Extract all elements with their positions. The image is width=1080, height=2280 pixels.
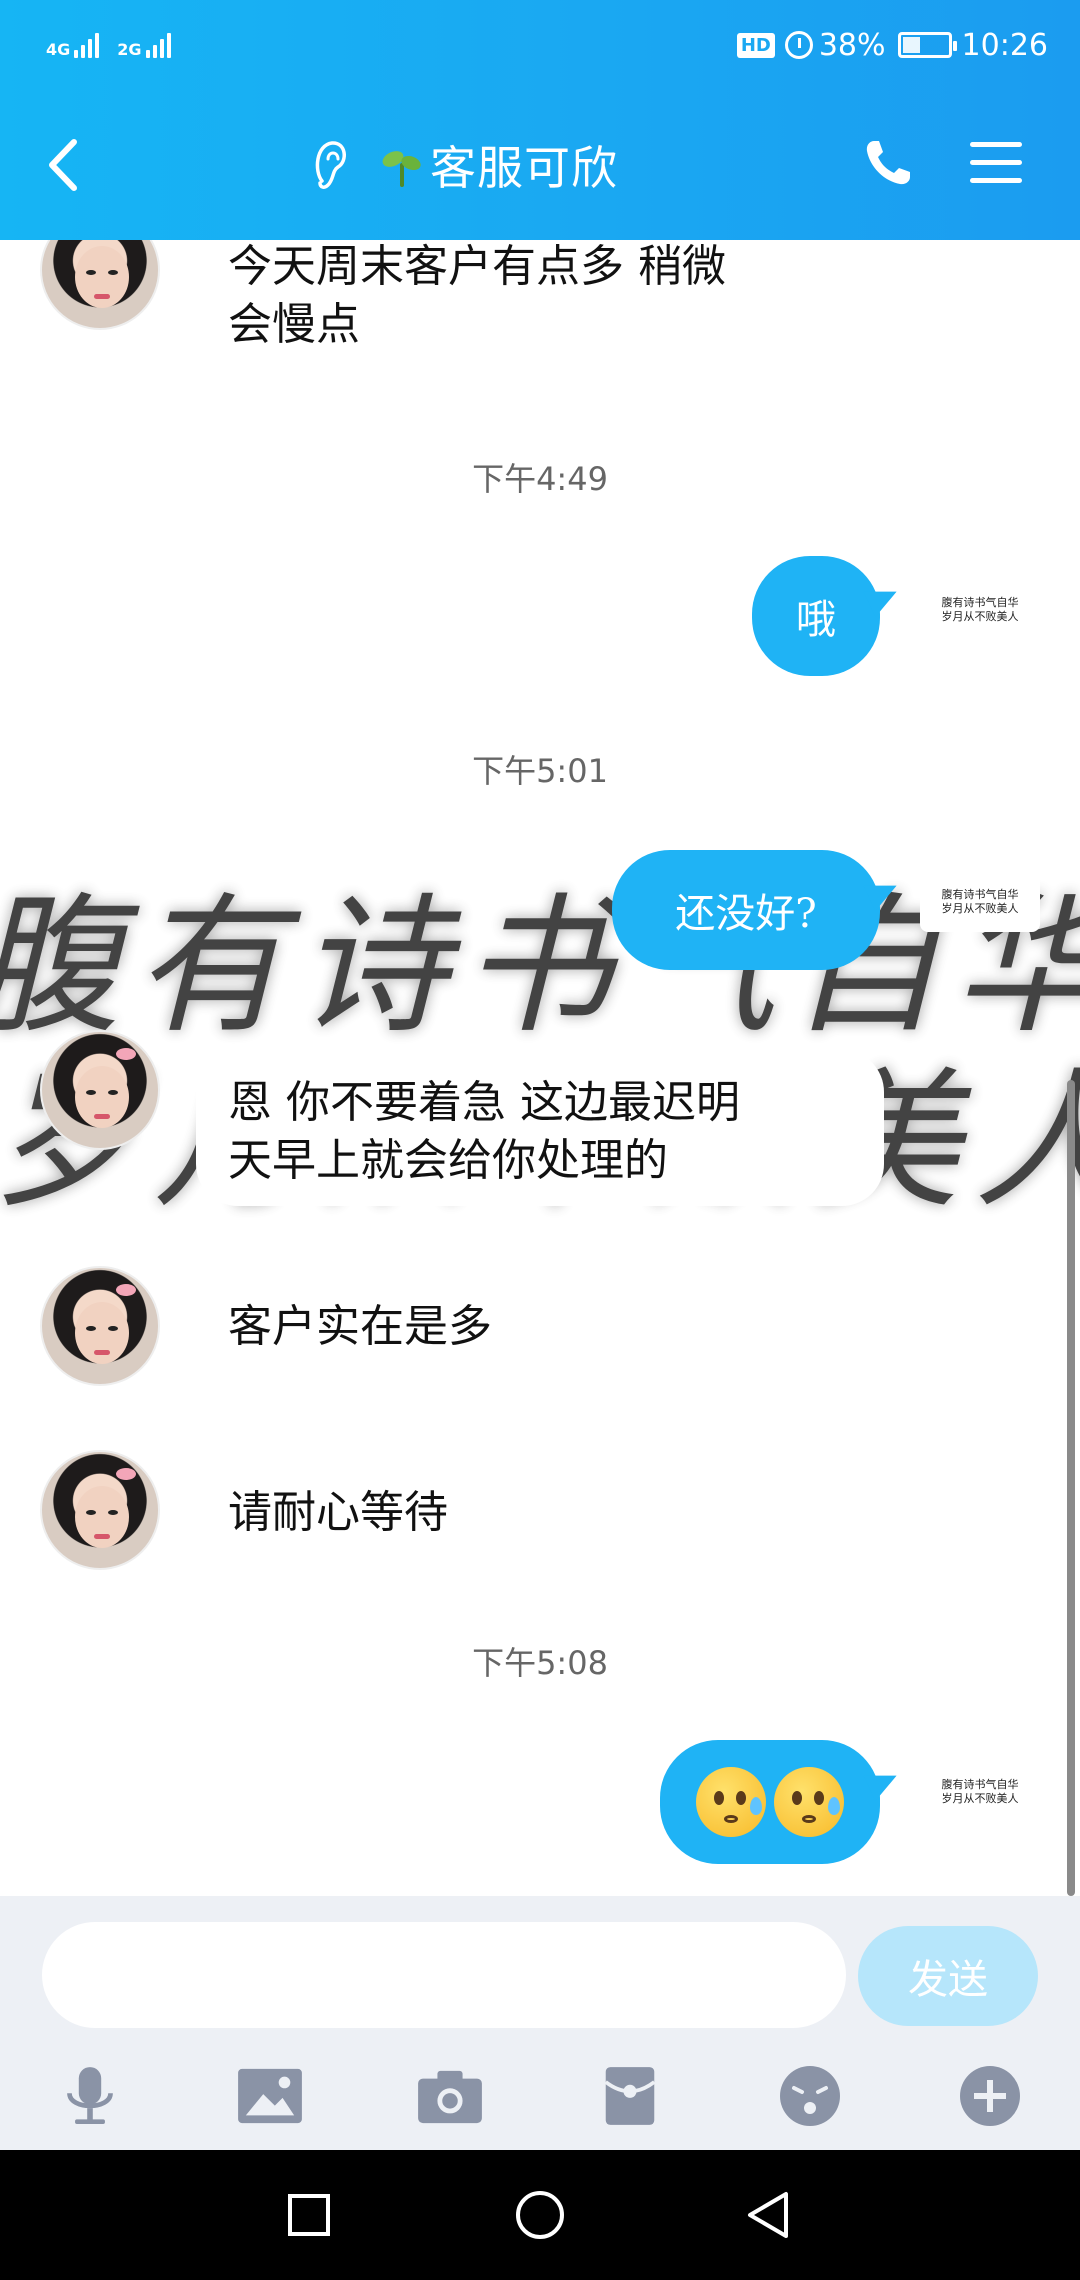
chevron-left-icon [49, 139, 77, 191]
timestamp: 下午4:49 [472, 460, 608, 498]
avatar-text-line: 腹有诗书气自华 [941, 888, 1019, 901]
sweat-face-icon [774, 1767, 844, 1837]
battery-level-fill [902, 37, 920, 53]
message-text-line: 天早上就会给你处理的 [228, 1135, 668, 1186]
page-title: 客服可欣 [430, 141, 618, 195]
message-incoming[interactable]: 请耐心等待 [228, 1484, 448, 1542]
emoji-icon[interactable] [770, 2056, 850, 2136]
message-incoming: 今天周末客户有点多 稍微 会慢点 [228, 240, 726, 354]
microphone-icon[interactable] [50, 2056, 130, 2136]
avatar[interactable] [40, 240, 160, 330]
my-avatar[interactable]: 腹有诗书气自华 岁月从不败美人 [920, 1762, 1040, 1822]
back-icon[interactable] [734, 2180, 804, 2250]
sweat-face-icon [696, 1767, 766, 1837]
message-input[interactable] [42, 1922, 846, 2028]
message-outgoing[interactable] [660, 1740, 880, 1864]
battery-percent: 38% [818, 27, 886, 63]
scrollbar[interactable] [1067, 1080, 1075, 1896]
message-text-line: 今天周末客户有点多 稍微 [228, 241, 726, 292]
signal-2g-icon: 2G [117, 32, 171, 59]
message-incoming[interactable]: 恩 你不要着急 这边最迟明 天早上就会给你处理的 [196, 1050, 884, 1206]
plus-icon[interactable] [950, 2056, 1030, 2136]
avatar-text-line: 腹有诗书气自华 [941, 1778, 1019, 1791]
timestamp: 下午5:01 [472, 752, 608, 790]
back-button[interactable] [40, 130, 90, 200]
hd-icon: HD [736, 32, 775, 58]
battery-icon [897, 32, 957, 58]
header: 4G 2G HD 38% 10:26 客服可欣 [0, 0, 1080, 240]
network-type-label: 2G [117, 40, 142, 59]
phone-icon [866, 141, 910, 185]
hamburger-menu-icon [970, 142, 1022, 183]
red-packet-icon[interactable] [590, 2056, 670, 2136]
alarm-icon [784, 31, 813, 59]
avatar[interactable] [40, 1266, 160, 1386]
system-nav-bar [0, 2150, 1080, 2280]
my-avatar[interactable]: 腹有诗书气自华 岁月从不败美人 [920, 872, 1040, 932]
chat-screen: 4G 2G HD 38% 10:26 客服可欣 今天周末客户有点多 稍微 会慢点… [0, 0, 1080, 2280]
ear-icon [315, 141, 346, 189]
signal-4g-icon: 4G [46, 32, 100, 59]
my-avatar[interactable]: 腹有诗书气自华 岁月从不败美人 [920, 580, 1040, 640]
image-icon[interactable] [230, 2056, 310, 2136]
timestamp: 下午5:08 [472, 1644, 608, 1682]
status-bar-left: 4G 2G [46, 20, 189, 70]
avatar-text-line: 岁月从不败美人 [941, 1792, 1019, 1805]
title-area[interactable]: 客服可欣 [310, 130, 618, 200]
recent-apps-icon[interactable] [274, 2180, 344, 2250]
message-outgoing[interactable]: 哦 [752, 556, 880, 676]
avatar-text-line: 岁月从不败美人 [941, 610, 1019, 623]
message-text-line: 恩 你不要着急 这边最迟明 [228, 1077, 740, 1128]
message-outgoing[interactable]: 还没好? [612, 850, 880, 970]
status-bar-right: HD 38% 10:26 [736, 20, 1048, 70]
calligraphy-line: 腹有诗书气自华 [0, 880, 1080, 1054]
avatar-text-line: 岁月从不败美人 [941, 902, 1019, 915]
message-text: 哦 [796, 597, 836, 643]
avatar[interactable] [40, 1030, 160, 1150]
avatar-text-line: 腹有诗书气自华 [941, 596, 1019, 609]
send-button[interactable]: 发送 [858, 1926, 1038, 2026]
call-button[interactable] [860, 135, 916, 191]
input-bar: 发送 [0, 1896, 1080, 2150]
sprout-icon [382, 151, 421, 187]
status-time: 10:26 [961, 27, 1048, 63]
message-text: 还没好? [675, 891, 817, 937]
menu-button[interactable] [968, 138, 1024, 188]
avatar[interactable] [40, 1450, 160, 1570]
message-list[interactable]: 今天周末客户有点多 稍微 会慢点 下午4:49 哦 腹有诗书气自华 岁月从不败美人… [0, 240, 1080, 1896]
home-icon[interactable] [505, 2180, 575, 2250]
camera-icon[interactable] [410, 2056, 490, 2136]
message-text-line: 会慢点 [228, 299, 360, 350]
message-incoming[interactable]: 客户实在是多 [228, 1298, 492, 1356]
network-type-label: 4G [46, 40, 71, 59]
